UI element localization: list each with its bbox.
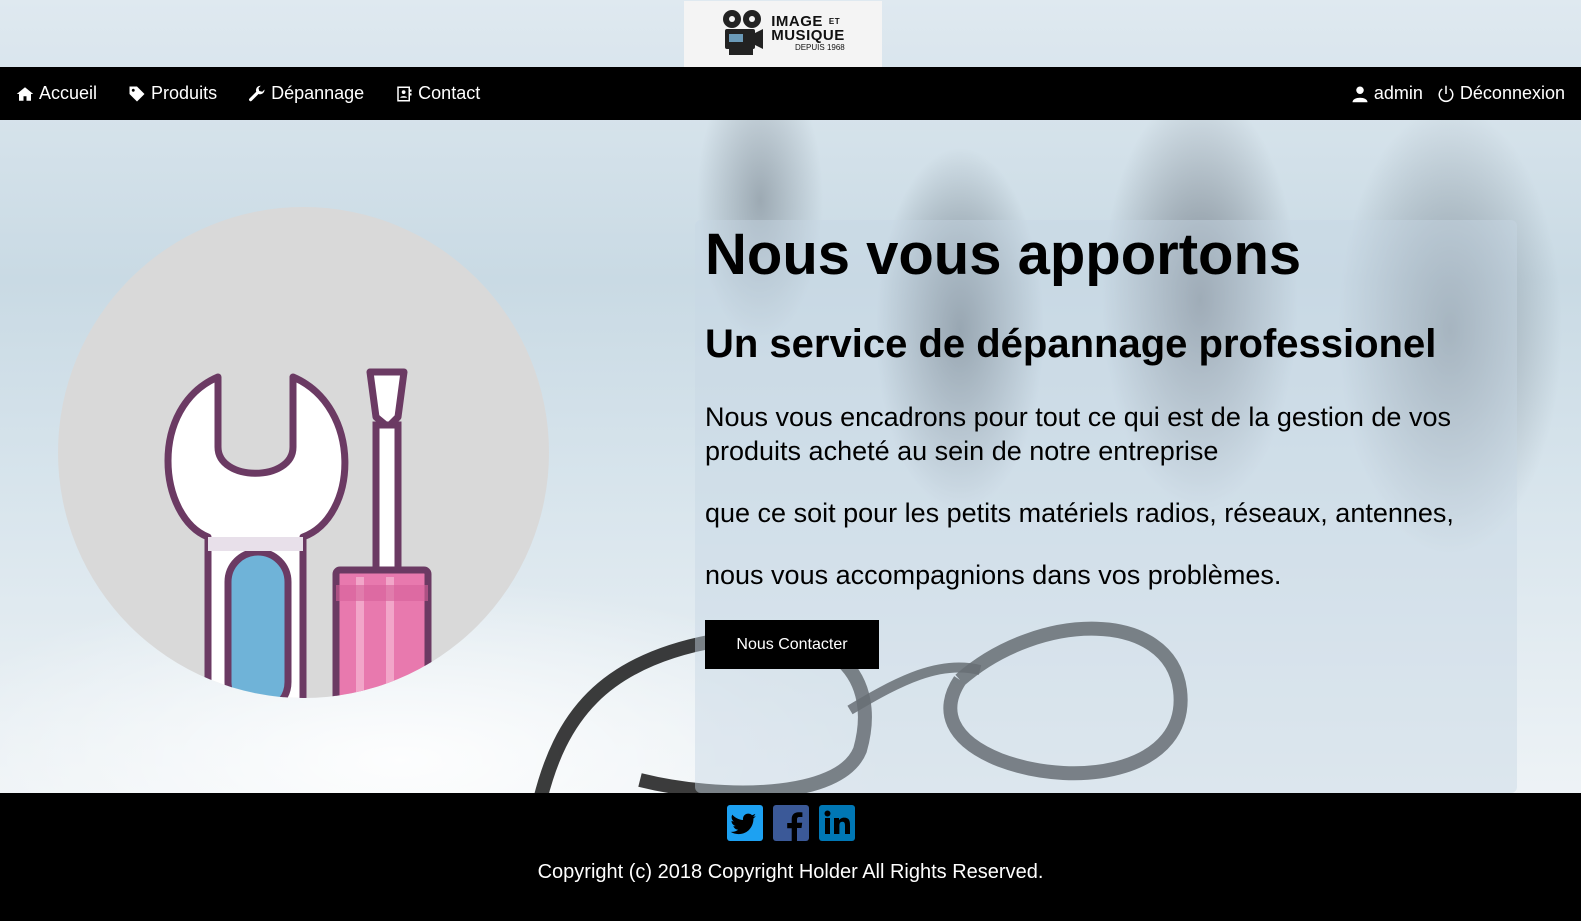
- tag-icon: [129, 86, 145, 101]
- contact-us-button[interactable]: Nous Contacter: [705, 620, 879, 669]
- logo-line-depuis: DEPUIS 1968: [794, 43, 845, 52]
- hero-title: Nous vous apportons: [705, 222, 1302, 287]
- twitter-icon[interactable]: [726, 805, 763, 841]
- nav-contact-label: Contact: [418, 83, 481, 103]
- nav-depannage-label: Dépannage: [271, 83, 365, 103]
- linkedin-icon[interactable]: [818, 805, 855, 841]
- nav-produits[interactable]: Produits: [128, 83, 217, 104]
- nav-accueil-label: Accueil: [39, 83, 98, 103]
- nav-contact[interactable]: Contact: [395, 83, 480, 104]
- hero-paragraph-3: nous vous accompagnions dans vos problèm…: [705, 560, 1282, 590]
- nav-logout[interactable]: Déconnexion: [1437, 83, 1565, 104]
- home-icon: [16, 86, 34, 101]
- tools-icon: [164, 368, 432, 698]
- nav-logout-label: Déconnexion: [1459, 83, 1565, 103]
- hero-card: Nous vous apportons Un service de dépann…: [695, 220, 1517, 793]
- nav-user-admin[interactable]: admin: [1351, 83, 1423, 104]
- main-navbar: Accueil Produits Dépannage Contact admin…: [0, 67, 1581, 120]
- hero-paragraph-2: que ce soit pour les petits matériels ra…: [705, 498, 1454, 528]
- site-logo[interactable]: IMAGE ET MUSIQUE DEPUIS 1968: [684, 1, 882, 67]
- hero-subtitle: Un service de dépannage professionel: [705, 322, 1437, 366]
- social-links: [0, 805, 1581, 842]
- footer: Copyright (c) 2018 Copyright Holder All …: [0, 793, 1581, 921]
- power-icon: [1438, 85, 1454, 102]
- hero-paragraph-1: Nous vous encadrons pour tout ce qui est…: [705, 402, 1451, 466]
- nav-depannage[interactable]: Dépannage: [248, 83, 364, 104]
- nav-produits-label: Produits: [151, 83, 218, 103]
- contact-card-icon: [397, 86, 412, 101]
- facebook-icon[interactable]: [772, 805, 809, 842]
- wrench-icon: [249, 85, 265, 101]
- user-icon: [1352, 86, 1368, 102]
- logo-et: ET: [828, 17, 841, 26]
- nav-accueil[interactable]: Accueil: [16, 83, 97, 104]
- copyright-text: Copyright (c) 2018 Copyright Holder All …: [537, 861, 1044, 883]
- repair-illustration: [58, 207, 549, 698]
- film-camera-icon: [723, 10, 764, 55]
- nav-user-label: admin: [1373, 83, 1423, 103]
- logo-line-musique: MUSIQUE: [771, 27, 845, 44]
